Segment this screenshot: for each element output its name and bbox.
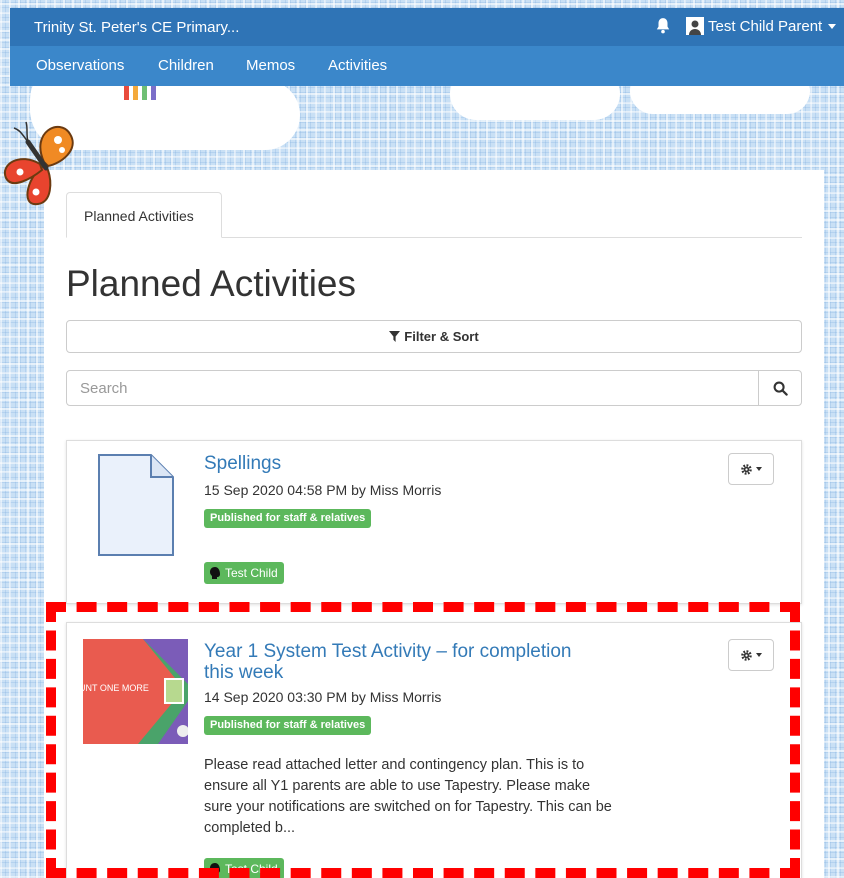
- document-icon: [98, 454, 174, 556]
- gear-icon: [741, 649, 752, 661]
- thumbnail-text: UNT ONE MORE: [83, 683, 149, 693]
- description-line: sure your notifications are switched on …: [204, 799, 612, 815]
- activity-thumbnail[interactable]: UNT ONE MORE: [83, 639, 188, 744]
- user-name: Test Child Parent: [708, 17, 823, 35]
- activity-title-line: this week: [204, 662, 284, 683]
- child-tag-label: Test Child: [225, 862, 278, 876]
- activity-card: Spellings 15 Sep 2020 04:58 PM by Miss M…: [66, 440, 802, 604]
- filter-sort-button[interactable]: Filter & Sort: [66, 320, 802, 353]
- app-frame: Trinity St. Peter's CE Primary... Test C…: [10, 8, 844, 878]
- page-title: Planned Activities: [66, 263, 357, 304]
- child-tag[interactable]: Test Child: [204, 562, 284, 584]
- activity-title-link[interactable]: Spellings: [204, 453, 281, 474]
- main-card: Planned Activities Planned Activities Fi…: [44, 170, 824, 878]
- search-input[interactable]: [66, 370, 759, 406]
- search-bar: [66, 370, 802, 406]
- nav-item-memos[interactable]: Memos: [246, 57, 295, 74]
- activity-title-line: Year 1 System Test Activity – for comple…: [204, 641, 572, 662]
- status-badge: Published for staff & relatives: [204, 509, 372, 528]
- activity-meta: 14 Sep 2020 03:30 PM by Miss Morris: [204, 689, 442, 705]
- nav-item-activities[interactable]: Activities: [328, 57, 387, 74]
- user-avatar-icon: [686, 17, 704, 35]
- chevron-down-icon: [756, 653, 762, 657]
- options-gear-button[interactable]: [728, 453, 774, 485]
- school-name[interactable]: Trinity St. Peter's CE Primary...: [34, 19, 239, 36]
- description-line: Please read attached letter and continge…: [204, 757, 585, 773]
- chevron-down-icon: [756, 467, 762, 471]
- filter-sort-label: Filter & Sort: [404, 329, 479, 344]
- child-tag[interactable]: Test Child: [204, 858, 284, 878]
- search-icon: [773, 381, 788, 396]
- bell-icon[interactable]: [654, 17, 672, 35]
- activity-meta: 15 Sep 2020 04:58 PM by Miss Morris: [204, 482, 442, 498]
- gear-icon: [741, 463, 752, 475]
- user-menu[interactable]: Test Child Parent: [686, 17, 837, 35]
- status-badge: Published for staff & relatives: [204, 716, 372, 735]
- activity-description: Please read attached letter and continge…: [204, 755, 654, 839]
- child-head-icon: [210, 567, 220, 579]
- nav-item-observations[interactable]: Observations: [36, 57, 124, 74]
- butterfly-icon: [3, 121, 74, 206]
- filter-icon: [389, 331, 401, 342]
- chevron-down-icon: [828, 23, 837, 29]
- child-head-icon: [210, 863, 220, 875]
- child-tag-label: Test Child: [225, 566, 278, 580]
- top-bar: Trinity St. Peter's CE Primary... Test C…: [10, 8, 844, 46]
- rainbow-logo-fragment: [124, 84, 156, 100]
- activity-title-link[interactable]: Year 1 System Test Activity – for comple…: [204, 641, 572, 683]
- nav-bar: Observations Children Memos Activities: [10, 46, 844, 86]
- options-gear-button[interactable]: [728, 639, 774, 671]
- nav-item-children[interactable]: Children: [158, 57, 214, 74]
- description-line: ensure all Y1 parents are able to use Ta…: [204, 778, 591, 794]
- activity-card: UNT ONE MORE Year 1 System Test Activity…: [66, 622, 802, 878]
- search-button[interactable]: [758, 370, 802, 406]
- description-line: completed b...: [204, 820, 296, 836]
